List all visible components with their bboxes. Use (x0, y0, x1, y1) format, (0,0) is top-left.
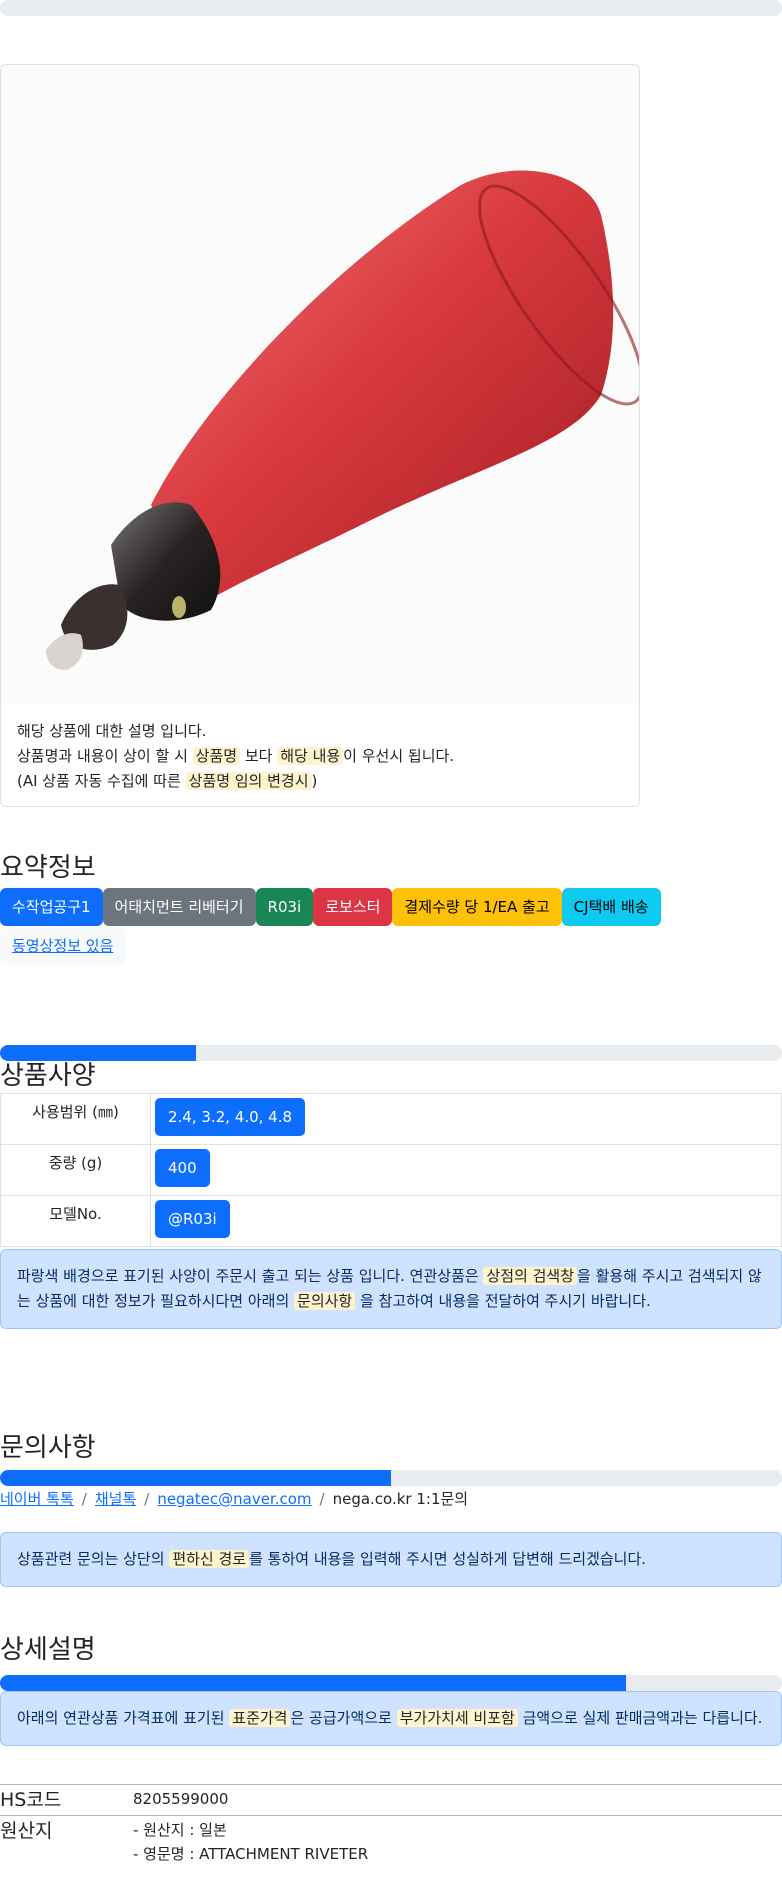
inquiry-alert-post: 를 통하여 내용을 입력해 주시면 성실하게 답변해 드리겠습니다. (249, 1550, 647, 1568)
spec-key: 중량 (g) (0, 1144, 151, 1196)
page: 해당 상품에 대한 설명 입니다. 상품명과 내용이 상이 할 시 상품명 보다… (0, 0, 782, 1866)
naver-talk-link[interactable]: 네이버 톡톡 (0, 1490, 74, 1508)
detail-alert: 아래의 연관상품 가격표에 표기된 표준가격 은 공급가액으로 부가가치세 비포함… (0, 1691, 782, 1746)
card-line-2-mark-1: 상품명 (192, 747, 241, 765)
product-image (1, 65, 639, 705)
card-line-2-post: 이 우선시 됩니다. (343, 747, 455, 765)
detail-alert-post: 금액으로 실제 판매금액과는 다릅니다. (517, 1709, 763, 1727)
inquiry-alert: 상품관련 문의는 상단의 편하신 경로 를 통하여 내용을 입력해 주시면 성실하… (0, 1532, 782, 1587)
spec-alert: 파랑색 배경으로 표기된 사양이 주문시 출고 되는 상품 입니다. 연관상품은… (0, 1249, 782, 1329)
card-line-3-mark: 상품명 임의 변경시 (185, 772, 312, 790)
inquiry-breadcrumb: 네이버 톡톡 / 채널톡 / negatec@naver.com / nega.co.kr … (0, 1486, 782, 1512)
breadcrumb-separator: / (81, 1490, 87, 1508)
inquiry-progress-bar (0, 1470, 391, 1486)
detail-info-table: HS코드 8205599000 원산지 - 원산지 : 일본 - 영문명 : A… (0, 1784, 782, 1866)
badge-model: R03i (255, 888, 314, 926)
inquiry-alert-mark: 편하신 경로 (169, 1550, 250, 1568)
info-row: HS코드 8205599000 (0, 1784, 782, 1816)
detail-alert-pre: 아래의 연관상품 가격표에 표기된 (17, 1709, 230, 1727)
info-row: 원산지 - 원산지 : 일본 - 영문명 : ATTACHMENT RIVETE… (0, 1815, 782, 1866)
detail-progress (0, 1675, 782, 1691)
inquiry-alert-pre: 상품관련 문의는 상단의 (17, 1550, 170, 1568)
info-line: - 영문명 : ATTACHMENT RIVETER (133, 1845, 369, 1863)
info-key: HS코드 (0, 1784, 133, 1816)
spec-value-pill[interactable]: 2.4, 3.2, 4.0, 4.8 (155, 1098, 306, 1136)
spec-key: 사용범위 (㎜) (0, 1093, 151, 1145)
spec-row: 중량 (g) 400 (0, 1144, 782, 1196)
breadcrumb-separator: / (144, 1490, 150, 1508)
card-line-3: (AI 상품 자동 수집에 따른 상품명 임의 변경시) (17, 769, 623, 794)
email-link[interactable]: negatec@naver.com (157, 1490, 311, 1508)
breadcrumb-separator: / (319, 1490, 325, 1508)
info-value: 8205599000 (133, 1784, 782, 1816)
summary-title: 요약정보 (0, 853, 96, 883)
spec-alert-mark-1: 상점의 검색창 (483, 1267, 578, 1285)
card-line-1: 해당 상품에 대한 설명 입니다. (17, 722, 207, 740)
badge-shipping: CJ택배 배송 (561, 888, 661, 926)
card-line-2-mid: 보다 (240, 747, 278, 765)
detail-alert-mid: 은 공급가액으로 (290, 1709, 397, 1727)
badge-category: 수작업공구1 (0, 888, 103, 926)
info-line: - 원산지 : 일본 (133, 1821, 227, 1839)
spec-title: 상품사양 (0, 1061, 96, 1091)
spec-alert-post: 을 참고하여 내용을 전달하여 주시기 바랍니다. (355, 1292, 651, 1310)
badge-brand: 로보스터 (313, 888, 393, 926)
inquiry-title: 문의사항 (0, 1433, 96, 1463)
spec-row: 모델No. @R03i (0, 1195, 782, 1247)
spec-value-cell: @R03i (150, 1195, 782, 1247)
card-line-3-pre: (AI 상품 자동 수집에 따른 (17, 772, 186, 790)
card-line-2-mark-2: 해당 내용 (277, 747, 344, 765)
detail-progress-bar (0, 1675, 626, 1691)
card-line-2-pre: 상품명과 내용이 상이 할 시 (17, 747, 193, 765)
site-inquiry-text: nega.co.kr 1:1문의 (332, 1490, 469, 1508)
spec-alert-pre: 파랑색 배경으로 표기된 사양이 주문시 출고 되는 상품 입니다. 연관상품은 (17, 1267, 484, 1285)
product-card: 해당 상품에 대한 설명 입니다. 상품명과 내용이 상이 할 시 상품명 보다… (0, 64, 640, 807)
info-key: 원산지 (0, 1815, 133, 1866)
spec-value-cell: 400 (150, 1144, 782, 1196)
video-link[interactable]: 동영상정보 있음 (12, 937, 113, 955)
info-line: 8205599000 (133, 1790, 229, 1808)
inquiry-progress (0, 1470, 782, 1486)
spec-row: 사용범위 (㎜) 2.4, 3.2, 4.0, 4.8 (0, 1093, 782, 1145)
card-line-3-post: ) (311, 772, 318, 790)
spec-alert-mark-2: 문의사항 (294, 1292, 356, 1310)
detail-alert-mark-2: 부가가치세 비포함 (396, 1709, 518, 1727)
detail-title: 상세설명 (0, 1635, 96, 1665)
spec-table: 사용범위 (㎜) 2.4, 3.2, 4.0, 4.8 중량 (g) 400 모… (0, 1093, 782, 1247)
channel-talk-link[interactable]: 채널톡 (95, 1490, 136, 1508)
summary-badges: 수작업공구1 어태치먼트 리베터기 R03i 로보스터 결제수량 당 1/EA … (0, 888, 782, 965)
badge-type: 어태치먼트 리베터기 (102, 888, 256, 926)
product-card-body: 해당 상품에 대한 설명 입니다. 상품명과 내용이 상이 할 시 상품명 보다… (1, 705, 639, 806)
spec-value-pill[interactable]: @R03i (155, 1200, 230, 1238)
card-line-2: 상품명과 내용이 상이 할 시 상품명 보다 해당 내용 이 우선시 됩니다. (17, 744, 623, 769)
info-value: - 원산지 : 일본 - 영문명 : ATTACHMENT RIVETER (133, 1815, 782, 1866)
top-progress (0, 0, 782, 16)
spec-value-pill[interactable]: 400 (155, 1149, 210, 1187)
spec-value-cell: 2.4, 3.2, 4.0, 4.8 (150, 1093, 782, 1145)
spec-key: 모델No. (0, 1195, 151, 1247)
badge-video: 동영상정보 있음 (0, 927, 126, 965)
detail-alert-mark-1: 표준가격 (229, 1709, 291, 1727)
badge-quantity: 결제수량 당 1/EA 출고 (392, 888, 562, 926)
riveter-tool-icon (46, 170, 639, 670)
